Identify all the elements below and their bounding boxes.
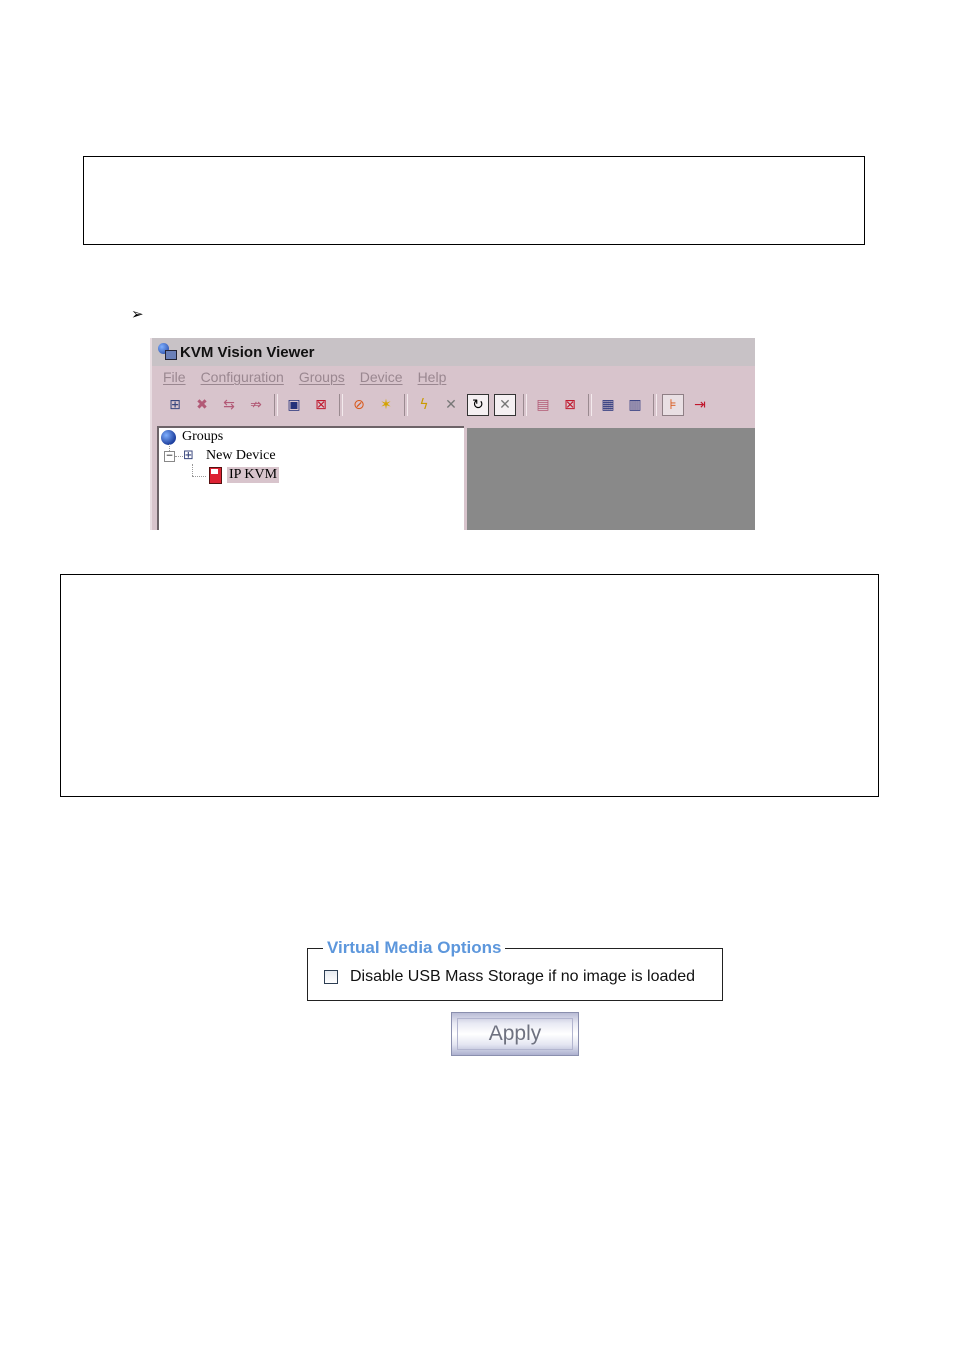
network-icon: ⊞: [183, 448, 194, 463]
power-icon[interactable]: ϟ: [413, 394, 435, 416]
cancel-icon[interactable]: ⊠: [559, 394, 581, 416]
macro-icon[interactable]: ▤: [532, 394, 554, 416]
open-console-icon[interactable]: ▣: [283, 394, 305, 416]
globe-icon: [161, 429, 176, 445]
device-tree: Groups − ⊞ New Device IP KVM: [157, 426, 464, 530]
display-icon[interactable]: ▥: [624, 394, 646, 416]
disconnect-device-icon[interactable]: ⇏: [245, 394, 267, 416]
toolbar-separator: [653, 394, 657, 416]
window-title-bar: KVM Vision Viewer: [152, 338, 755, 366]
menu-file[interactable]: File: [163, 369, 186, 385]
delete-device-icon[interactable]: ✖: [191, 394, 213, 416]
toolbar-separator: [588, 394, 592, 416]
exit-icon[interactable]: ⇥: [689, 394, 711, 416]
stop-icon[interactable]: ✕: [494, 394, 516, 416]
app-icon: [158, 343, 177, 361]
console-view-area: [467, 428, 755, 530]
note-box-top: [83, 156, 865, 245]
collapse-toggle[interactable]: −: [164, 451, 175, 462]
add-device-icon[interactable]: ⊞: [164, 394, 186, 416]
disable-usb-row: Disable USB Mass Storage if no image is …: [324, 968, 695, 986]
tree-label-new-device: New Device: [206, 448, 276, 463]
bullet-arrow: ➢: [131, 305, 144, 323]
kvm-viewer-window: KVM Vision Viewer File Configuration Gro…: [150, 338, 755, 530]
tree-item-ip-kvm[interactable]: IP KVM: [206, 466, 280, 484]
toolbar-separator: [404, 394, 408, 416]
toolbar: ⊞ ✖ ⇆ ⇏ ▣ ⊠ ⊘ ✶ ϟ ✕ ↻ ✕ ▤ ⊠ ▦ ▥ ⊧ ⇥: [152, 390, 755, 420]
tree-item-groups[interactable]: Groups: [161, 428, 223, 446]
toolbar-separator: [339, 394, 343, 416]
menu-bar: File Configuration Groups Device Help: [152, 366, 755, 388]
toolbar-separator: [523, 394, 527, 416]
menu-help[interactable]: Help: [418, 369, 447, 385]
apply-button[interactable]: Apply: [451, 1012, 579, 1056]
tree-view-icon[interactable]: ⊧: [662, 394, 684, 416]
reset-icon[interactable]: ↻: [467, 394, 489, 416]
kvm-device-icon: [206, 466, 224, 484]
close-console-icon[interactable]: ⊠: [310, 394, 332, 416]
tree-label-ip-kvm: IP KVM: [227, 467, 280, 483]
tree-item-new-device[interactable]: ⊞ New Device: [183, 447, 276, 465]
apply-button-label: Apply: [488, 1022, 542, 1045]
power-off-icon[interactable]: ✕: [440, 394, 462, 416]
disable-usb-checkbox[interactable]: [324, 970, 338, 984]
toolbar-separator: [274, 394, 278, 416]
virtual-media-options-fieldset: Virtual Media Options Disable USB Mass S…: [307, 938, 723, 1001]
connect-device-icon[interactable]: ⇆: [218, 394, 240, 416]
virtual-media-options-legend: Virtual Media Options: [323, 938, 506, 958]
properties-icon[interactable]: ⊘: [348, 394, 370, 416]
wizard-icon[interactable]: ✶: [375, 394, 397, 416]
menu-device[interactable]: Device: [360, 369, 403, 385]
disable-usb-label[interactable]: Disable USB Mass Storage if no image is …: [350, 968, 695, 986]
tree-label-groups: Groups: [182, 429, 224, 444]
note-box-bottom: [60, 574, 879, 797]
menu-groups[interactable]: Groups: [299, 369, 345, 385]
menu-configuration[interactable]: Configuration: [201, 369, 284, 385]
window-title: KVM Vision Viewer: [180, 343, 315, 361]
settings-icon[interactable]: ▦: [597, 394, 619, 416]
